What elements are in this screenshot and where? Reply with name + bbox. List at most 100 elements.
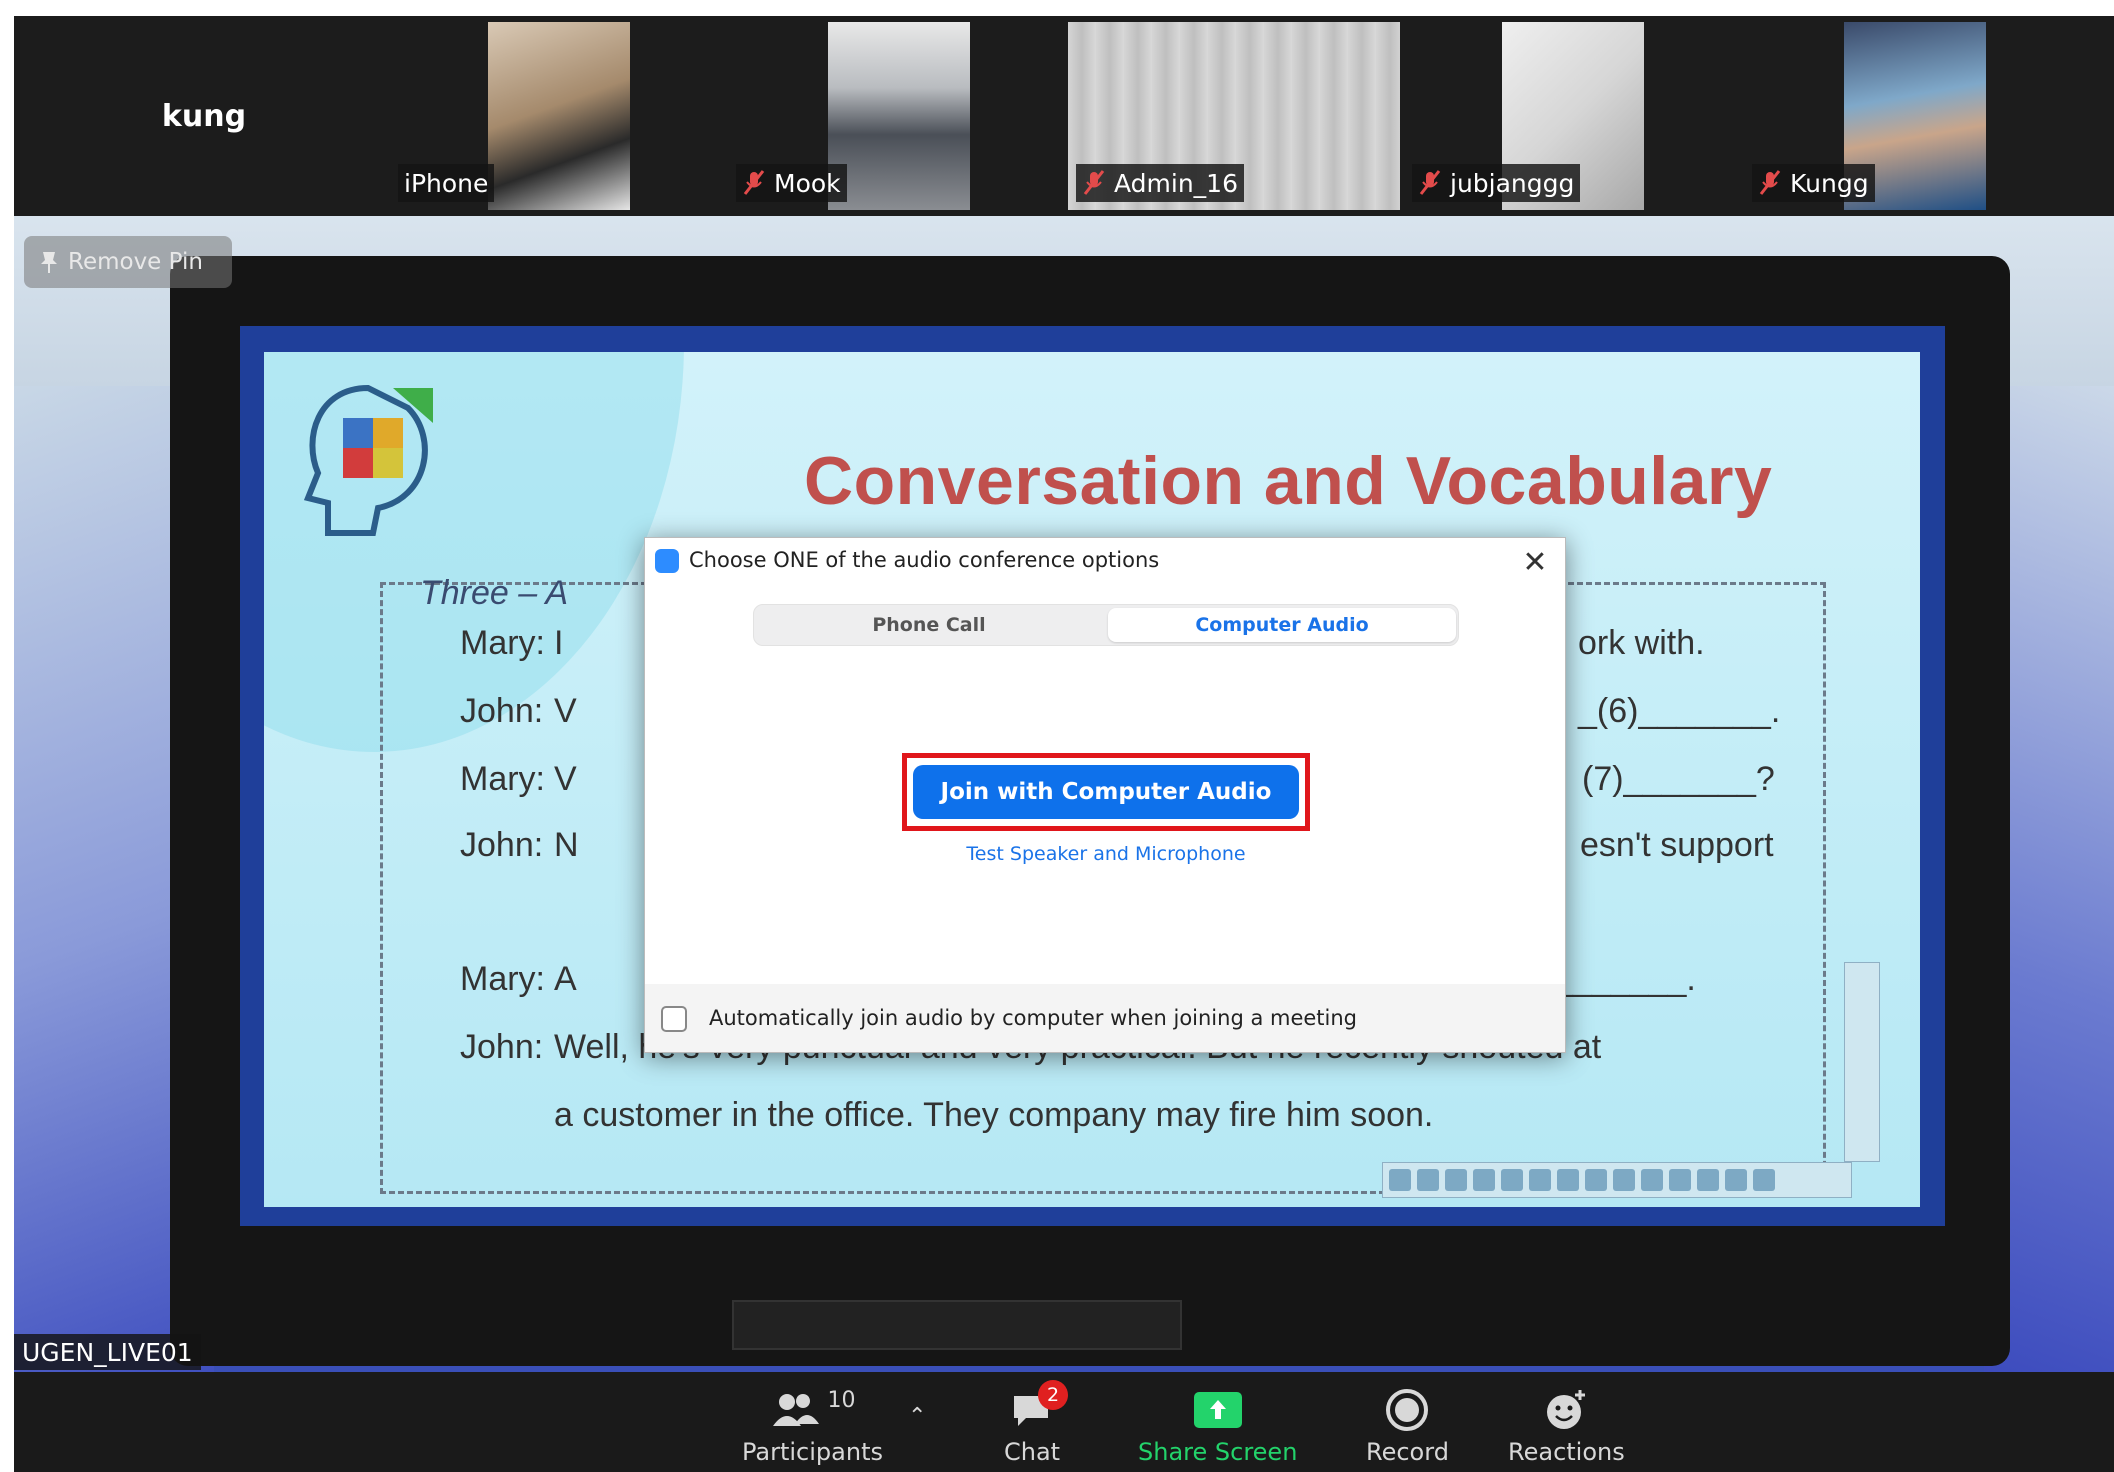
participant-name: Mook xyxy=(774,168,841,198)
reactions-icon-wrap xyxy=(1544,1388,1588,1432)
participant-name-tag: Admin_16 xyxy=(1076,164,1244,202)
mic-muted-icon xyxy=(743,170,765,195)
participant-strip: kung iPhone Mook Admin_16 jubjanggg Kung… xyxy=(14,16,2114,216)
tab-computer-audio[interactable]: Computer Audio xyxy=(1108,608,1456,642)
video-feed xyxy=(828,22,970,210)
dialogue-line-end: esn't support xyxy=(1580,826,1774,864)
dialog-title: Choose ONE of the audio conference optio… xyxy=(689,548,1160,572)
participants-icon xyxy=(773,1394,820,1426)
join-computer-audio-button[interactable]: Join with Computer Audio xyxy=(913,765,1299,819)
annotation-side-panel xyxy=(1844,962,1880,1162)
mic-muted-icon xyxy=(1419,170,1441,195)
participants-options-caret[interactable]: ⌃ xyxy=(908,1404,926,1429)
tab-phone-call[interactable]: Phone Call xyxy=(758,608,1100,642)
audio-options-dialog: Choose ONE of the audio conference optio… xyxy=(644,537,1566,1053)
pen-icon xyxy=(1501,1169,1523,1191)
dialogue-line-end: _______. xyxy=(1554,960,1696,998)
auto-join-label: Automatically join audio by computer whe… xyxy=(709,1006,1358,1030)
participant-tile-name-only[interactable]: kung xyxy=(54,22,354,210)
chat-label: Chat xyxy=(1004,1438,1061,1466)
auto-join-checkbox[interactable] xyxy=(661,1006,687,1032)
dialogue-speaker: Mary: xyxy=(460,960,545,998)
tools-icon xyxy=(1669,1169,1691,1191)
dialogue-line-end: ork with. xyxy=(1578,624,1705,662)
test-speaker-mic-link-text[interactable]: Test Speaker and Microphone xyxy=(966,843,1245,865)
annotation-toolbar xyxy=(1382,1162,1852,1198)
reactions-button[interactable]: Reactions xyxy=(1508,1388,1625,1466)
participants-count: 10 xyxy=(827,1388,856,1413)
dialog-footer: Automatically join audio by computer whe… xyxy=(645,984,1565,1052)
participant-name-tag: Kungg xyxy=(1752,164,1875,202)
video-feed xyxy=(488,22,630,210)
share-screen-button[interactable]: Share Screen xyxy=(1138,1388,1297,1466)
speaker-name: UGEN_LIVE01 xyxy=(22,1337,193,1367)
refresh-icon xyxy=(1753,1169,1775,1191)
meeting-controls: 10 Participants ⌃ 2 Chat Share Screen Re… xyxy=(14,1372,2114,1472)
zoom-app-icon xyxy=(655,549,679,573)
participants-label: Participants xyxy=(742,1438,883,1466)
participants-icon-wrap: 10 xyxy=(769,1388,855,1432)
dialogue-line-end: _(6)_______. xyxy=(1578,692,1781,730)
remove-pin-button[interactable]: Remove Pin xyxy=(24,236,232,288)
speaker-name-tag: UGEN_LIVE01 xyxy=(14,1334,201,1370)
screenshot-icon xyxy=(1641,1169,1663,1191)
mic-muted-icon xyxy=(1759,170,1781,195)
record-icon xyxy=(1386,1389,1429,1431)
reactions-label: Reactions xyxy=(1508,1438,1625,1466)
dialogue-speaker: John: xyxy=(460,692,544,730)
share-screen-icon xyxy=(1193,1392,1242,1428)
participant-name: Kungg xyxy=(1790,168,1869,198)
dialogue-line: a customer in the office. They company m… xyxy=(554,1096,1434,1134)
participants-button[interactable]: 10 Participants xyxy=(742,1388,883,1466)
participant-video-mook[interactable] xyxy=(828,22,970,210)
participant-name-tag: iPhone xyxy=(398,164,495,202)
participant-name: Admin_16 xyxy=(1114,168,1238,198)
zoom-window: kung iPhone Mook Admin_16 jubjanggg Kung… xyxy=(14,16,2114,1472)
undo-icon xyxy=(1585,1169,1607,1191)
dialogue-line-start: N xyxy=(554,826,579,864)
share-icon-wrap xyxy=(1193,1388,1242,1432)
pointer-icon xyxy=(1389,1169,1411,1191)
record-label: Record xyxy=(1366,1438,1449,1466)
hand-icon xyxy=(1417,1169,1439,1191)
pen-icon xyxy=(1473,1169,1495,1191)
record-button[interactable]: Record xyxy=(1366,1388,1449,1466)
brush-icon xyxy=(1529,1169,1551,1191)
test-speaker-mic-link: Test Speaker and Microphone xyxy=(645,843,1567,865)
magic-pen-icon xyxy=(1557,1169,1579,1191)
chevron-up-icon: ⌃ xyxy=(908,1404,927,1429)
eraser-icon xyxy=(1613,1169,1635,1191)
close-icon: ✕ xyxy=(1522,544,1548,580)
smiley-add-icon xyxy=(1547,1390,1586,1429)
participant-name-tag: Mook xyxy=(736,164,847,202)
slide-heading: Three – A xyxy=(420,574,569,612)
dialogue-line-start: V xyxy=(554,692,577,730)
dialogue-speaker: Mary: xyxy=(460,760,545,798)
participant-video-iphone[interactable] xyxy=(488,22,630,210)
page-icon xyxy=(1697,1169,1719,1191)
participant-name: jubjanggg xyxy=(1450,168,1575,198)
share-screen-label: Share Screen xyxy=(1138,1438,1298,1466)
participant-name: kung xyxy=(161,98,247,134)
chat-badge: 2 xyxy=(1038,1380,1069,1410)
folder-icon xyxy=(1725,1169,1747,1191)
audio-mode-tabs: Phone Call Computer Audio xyxy=(753,604,1459,646)
dialogue-line-start: A xyxy=(554,960,577,998)
dialogue-speaker: Mary: xyxy=(460,624,545,662)
close-button[interactable]: ✕ xyxy=(1515,542,1555,582)
dialogue-line-start: I xyxy=(554,624,564,662)
display-base xyxy=(732,1300,1182,1350)
dialogue-line-start: V xyxy=(554,760,577,798)
chat-button[interactable]: 2 Chat xyxy=(1004,1380,1069,1466)
participant-name: iPhone xyxy=(404,168,489,198)
participant-name-tag: jubjanggg xyxy=(1412,164,1581,202)
pin-icon xyxy=(41,252,57,273)
remove-pin-label: Remove Pin xyxy=(68,249,203,275)
head-puzzle-logo-icon xyxy=(303,384,433,536)
mic-muted-icon xyxy=(1083,170,1105,195)
highlighter-icon xyxy=(1445,1169,1467,1191)
dialogue-line-end: (7)_______? xyxy=(1582,760,1775,798)
dialogue-speaker: John: xyxy=(460,1028,544,1066)
record-icon-wrap xyxy=(1385,1388,1429,1432)
slide-title: Conversation and Vocabulary xyxy=(804,443,1773,519)
